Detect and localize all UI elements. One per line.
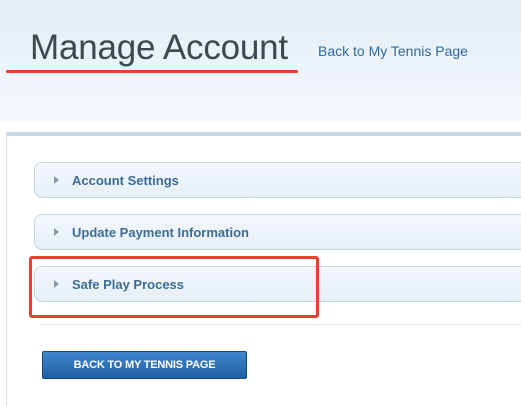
accordion-item-update-payment-information[interactable]: Update Payment Information — [34, 214, 521, 250]
triangle-right-icon — [54, 280, 59, 288]
divider — [40, 324, 521, 325]
accordion-item-label: Safe Play Process — [72, 277, 185, 292]
accordion-item-safe-play-process[interactable]: Safe Play Process — [34, 266, 521, 302]
accordion-item-label: Update Payment Information — [72, 225, 249, 240]
back-to-tennis-page-link[interactable]: Back to My Tennis Page — [318, 43, 468, 59]
triangle-right-icon — [54, 228, 59, 236]
back-to-tennis-page-button[interactable]: BACK TO MY TENNIS PAGE — [42, 351, 247, 379]
title-annotation-underline — [6, 70, 298, 73]
page-title: Manage Account — [30, 28, 288, 67]
accordion-item-label: Account Settings — [72, 173, 179, 188]
triangle-right-icon — [54, 176, 59, 184]
page-header: Manage Account Back to My Tennis Page — [0, 0, 521, 122]
accordion-item-account-settings[interactable]: Account Settings — [34, 162, 521, 198]
